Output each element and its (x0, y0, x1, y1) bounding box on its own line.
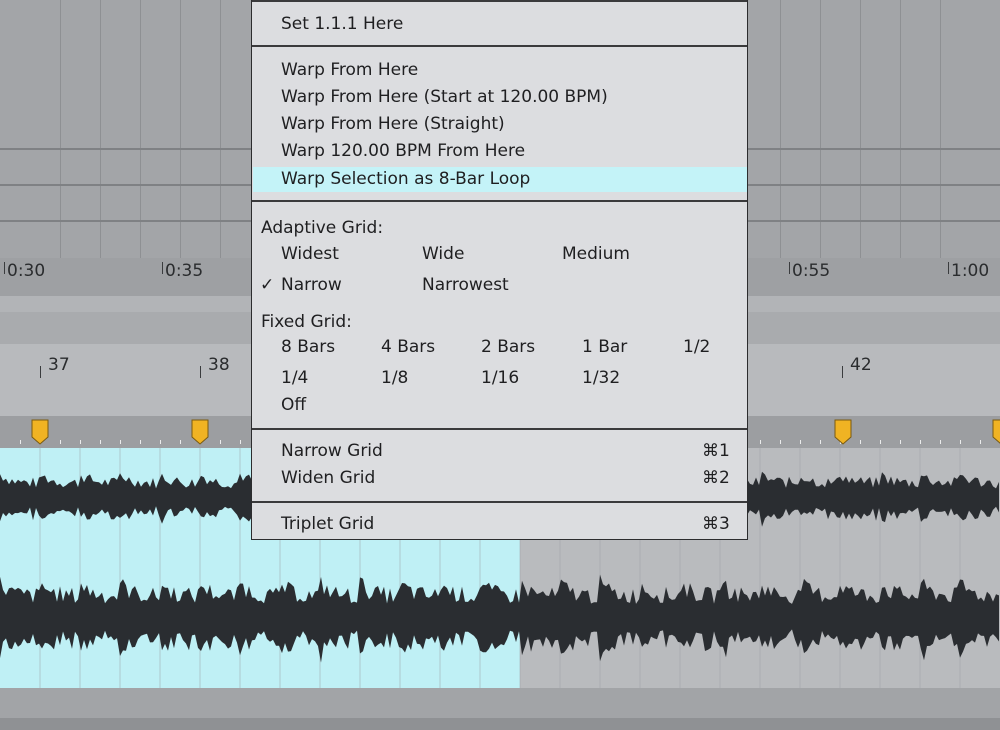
subdivision-tick (860, 440, 861, 444)
subdivision-tick (220, 440, 221, 444)
beat-tick (200, 366, 201, 378)
grid-option-widest[interactable]: Widest (281, 244, 339, 264)
fixed-grid-2-bars[interactable]: 2 Bars (481, 337, 535, 357)
subdivision-tick (100, 440, 101, 444)
subdivision-tick (120, 440, 121, 444)
subdivision-tick (880, 440, 881, 444)
horizontal-scrollbar[interactable] (0, 718, 1000, 730)
subdivision-tick (780, 440, 781, 444)
warp-marker[interactable] (834, 419, 852, 445)
subdivision-tick (760, 440, 761, 444)
fixed-grid-1-4[interactable]: 1/4 (281, 368, 308, 388)
subdivision-tick (960, 440, 961, 444)
subdivision-tick (60, 440, 61, 444)
time-label: 0:30 (7, 261, 46, 281)
fixed-grid-1-bar[interactable]: 1 Bar (582, 337, 627, 357)
menu-item-warp-selection-loop[interactable]: Warp Selection as 8-Bar Loop (281, 169, 530, 189)
subdivision-tick (240, 440, 241, 444)
warp-marker[interactable] (191, 419, 209, 445)
menu-separator (252, 0, 747, 2)
subdivision-tick (940, 440, 941, 444)
menu-item-widen-grid[interactable]: Widen Grid (281, 468, 375, 488)
subdivision-tick (80, 440, 81, 444)
menu-item-warp-from-here-start[interactable]: Warp From Here (Start at 120.00 BPM) (281, 87, 608, 107)
time-label: 0:55 (792, 261, 831, 281)
fixed-grid-1-16[interactable]: 1/16 (481, 368, 519, 388)
subdivision-tick (800, 440, 801, 444)
subdivision-tick (900, 440, 901, 444)
subdivision-tick (820, 440, 821, 444)
menu-item-warp-from-here-straight[interactable]: Warp From Here (Straight) (281, 114, 505, 134)
shortcut-widen-grid: ⌘2 (702, 468, 730, 488)
menu-item-triplet-grid[interactable]: Triplet Grid (281, 514, 374, 534)
grid-option-medium[interactable]: Medium (562, 244, 630, 264)
beat-label: 42 (850, 355, 872, 375)
shortcut-narrow-grid: ⌘1 (702, 441, 730, 461)
fixed-grid-8-bars[interactable]: 8 Bars (281, 337, 335, 357)
fixed-grid-1-8[interactable]: 1/8 (381, 368, 408, 388)
time-tick (948, 262, 949, 274)
menu-separator (252, 428, 747, 430)
grid-option-wide[interactable]: Wide (422, 244, 464, 264)
beat-label: 37 (48, 355, 70, 375)
time-tick (789, 262, 790, 274)
time-tick (162, 262, 163, 274)
fixed-grid-off[interactable]: Off (281, 395, 306, 415)
checkmark-icon: ✓ (260, 275, 275, 295)
time-label: 1:00 (951, 261, 990, 281)
warp-marker[interactable] (992, 419, 1000, 445)
menu-item-warp-from-here[interactable]: Warp From Here (281, 60, 418, 80)
subdivision-tick (180, 440, 181, 444)
fixed-grid-4-bars[interactable]: 4 Bars (381, 337, 435, 357)
fixed-grid-1-32[interactable]: 1/32 (582, 368, 620, 388)
menu-item-warp-bpm-from-here[interactable]: Warp 120.00 BPM From Here (281, 141, 525, 161)
beat-label: 38 (208, 355, 230, 375)
grid-option-narrow[interactable]: Narrow (281, 275, 342, 295)
menu-item-set-here[interactable]: Set 1.1.1 Here (281, 14, 403, 34)
menu-separator (252, 45, 747, 47)
subdivision-tick (140, 440, 141, 444)
subdivision-tick (160, 440, 161, 444)
menu-item-narrow-grid[interactable]: Narrow Grid (281, 441, 383, 461)
subdivision-tick (920, 440, 921, 444)
grid-option-narrowest[interactable]: Narrowest (422, 275, 509, 295)
beat-tick (842, 366, 843, 378)
beat-tick (40, 366, 41, 378)
fixed-grid-heading: Fixed Grid: (261, 312, 352, 332)
menu-separator (252, 501, 747, 503)
adaptive-grid-heading: Adaptive Grid: (261, 218, 384, 238)
time-label: 0:35 (165, 261, 204, 281)
context-menu: Set 1.1.1 Here Warp From Here Warp From … (251, 0, 748, 540)
fixed-grid-1-2[interactable]: 1/2 (683, 337, 710, 357)
warp-marker[interactable] (31, 419, 49, 445)
shortcut-triplet-grid: ⌘3 (702, 514, 730, 534)
subdivision-tick (20, 440, 21, 444)
subdivision-tick (980, 440, 981, 444)
menu-separator (252, 200, 747, 202)
time-tick (4, 262, 5, 274)
